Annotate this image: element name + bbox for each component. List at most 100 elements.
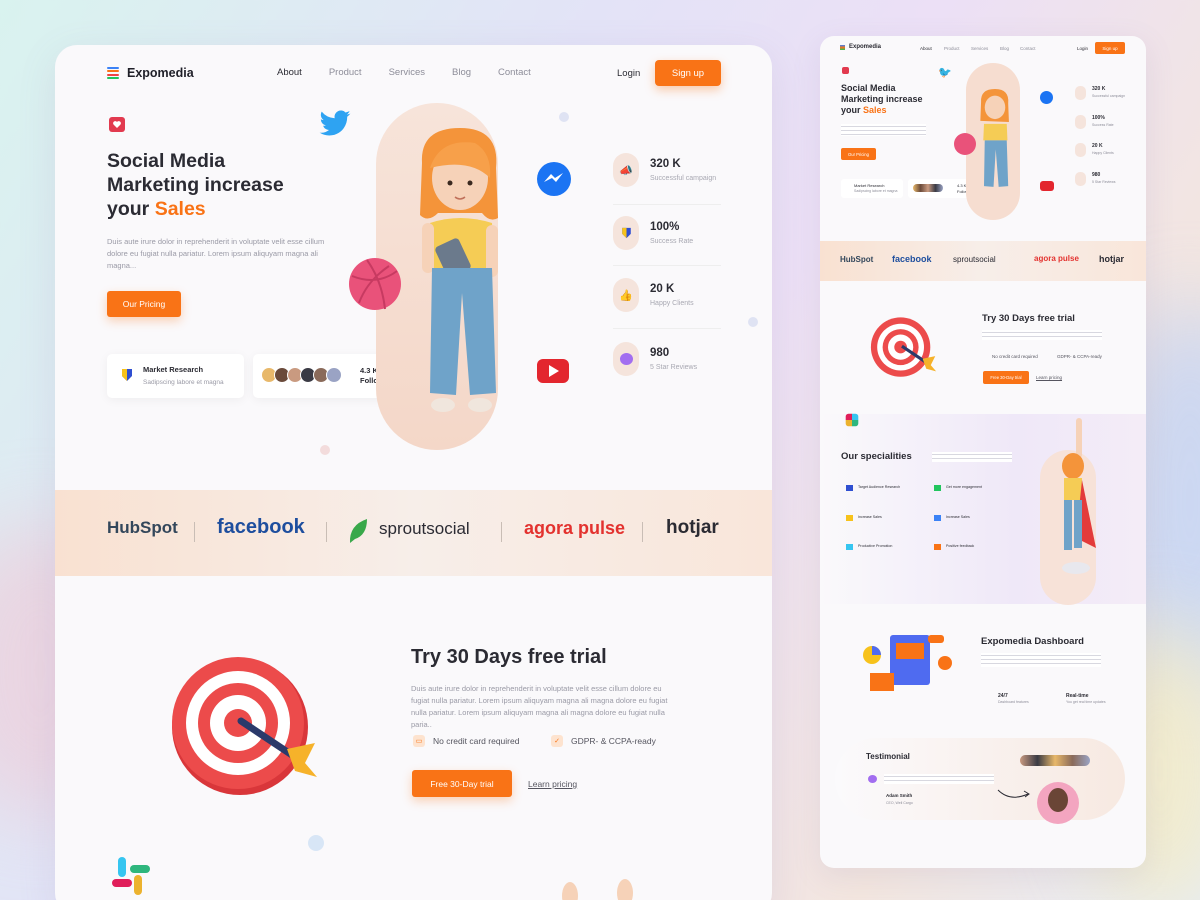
chat-icon bbox=[613, 342, 639, 376]
free-trial-button[interactable]: Free 30-Day trial bbox=[412, 770, 512, 797]
engagement-icon bbox=[934, 485, 941, 491]
our-pricing-button[interactable]: Our Pricing bbox=[107, 291, 181, 317]
mini-testimonial-name: Adam Smith bbox=[886, 793, 913, 798]
decor-dot bbox=[308, 835, 324, 851]
hero-title: Social Media Marketing increase your Sal… bbox=[107, 149, 347, 221]
feature-gdpr: ✓ GDPR- & CCPA-ready bbox=[551, 735, 656, 747]
login-link[interactable]: Login bbox=[617, 68, 640, 79]
divider bbox=[613, 204, 721, 205]
card-icon: ▭ bbox=[413, 735, 425, 747]
avatar-group bbox=[261, 367, 342, 383]
messenger-icon bbox=[1040, 91, 1053, 104]
arrow-icon bbox=[997, 789, 1030, 798]
mini-learn-pricing-link[interactable]: Learn pricing bbox=[1036, 375, 1062, 380]
partner-logos-band: HubSpot facebook sproutsocial agora puls… bbox=[55, 490, 772, 576]
mini-brand-name: Expomedia bbox=[849, 44, 882, 50]
sales-icon bbox=[934, 515, 941, 521]
girl-with-tablet-illustration bbox=[980, 89, 1009, 187]
mini-testimonial-role: CEO, Well Cargo bbox=[886, 801, 913, 805]
hero-description: Duis aute irure dolor in reprehenderit i… bbox=[107, 237, 325, 270]
mini-free-trial-button[interactable]: Free 30-Day trial bbox=[983, 371, 1029, 384]
feature-no-credit-card: ▭ No credit card required bbox=[413, 735, 519, 747]
learn-pricing-link[interactable]: Learn pricing bbox=[528, 779, 577, 789]
mini-dash-feature1: 24/7 bbox=[998, 693, 1008, 699]
top-nav: Expomedia About Product Services Blog Co… bbox=[55, 45, 772, 101]
mini-dash-feature2-sub: You get real time updates bbox=[1066, 700, 1106, 704]
stat-label: Happy Clients bbox=[650, 300, 694, 307]
trial-title: Try 30 Days free trial bbox=[411, 646, 607, 668]
mini-hero-line3: your bbox=[841, 105, 864, 115]
slack-icon bbox=[112, 857, 150, 895]
brand-logo[interactable]: Expomedia bbox=[107, 66, 194, 80]
landing-page: Expomedia About Product Services Blog Co… bbox=[55, 45, 772, 900]
mini-trial-feature2: GDPR- & CCPA-ready bbox=[1057, 354, 1102, 359]
mini-hero-description bbox=[841, 124, 926, 136]
logo-icon bbox=[840, 45, 845, 50]
nav-link-about[interactable]: About bbox=[277, 67, 302, 78]
hotjar-logo: hotjar bbox=[666, 517, 719, 538]
avatar bbox=[1048, 788, 1068, 812]
mini-nav-product[interactable]: Product bbox=[944, 46, 960, 51]
stat-value: 980 bbox=[650, 347, 670, 359]
nav-link-contact[interactable]: Contact bbox=[498, 67, 531, 78]
dartboard-target-illustration bbox=[870, 317, 937, 377]
mini-testimonial-avatar bbox=[1037, 782, 1079, 824]
mini-signup-button[interactable]: Sign up bbox=[1095, 42, 1125, 54]
mini-speciality: Target Audience Research bbox=[858, 485, 901, 489]
mini-login[interactable]: Login bbox=[1077, 46, 1088, 51]
signup-button[interactable]: Sign up bbox=[655, 60, 721, 86]
mini-testimonial-quote bbox=[884, 774, 994, 784]
stat-value: 20 K bbox=[650, 283, 675, 295]
decor-dot bbox=[559, 112, 569, 122]
divider bbox=[326, 522, 327, 542]
stat-value: 100% bbox=[650, 221, 680, 233]
mini-dashboard-description bbox=[981, 653, 1101, 667]
mini-research-card[interactable]: Market Research Sadipscing labore et mag… bbox=[841, 179, 903, 198]
sproutsocial-logo: sproutsocial bbox=[953, 255, 996, 264]
hero-title-line3: your bbox=[107, 198, 155, 220]
agorapulse-logo: agora pulse bbox=[524, 518, 626, 538]
mini-hero-title: Social Media Marketing increase your Sales bbox=[841, 83, 923, 116]
instagram-heart-icon bbox=[842, 67, 849, 74]
hero-title-line2: Marketing increase bbox=[107, 174, 284, 196]
mini-speciality: Increase Sales bbox=[946, 515, 970, 519]
mini-stat-value: 320 K bbox=[1092, 86, 1106, 92]
stat-label: Success Rate bbox=[650, 238, 694, 245]
mini-hero-line2: Marketing increase bbox=[841, 94, 923, 104]
mini-nav-about[interactable]: About bbox=[920, 46, 932, 51]
mini-followers-card[interactable]: 4.3 K Follow bbox=[908, 179, 975, 198]
shield-check-icon: ✓ bbox=[551, 735, 563, 747]
mini-stat-value: 100% bbox=[1092, 115, 1105, 121]
hubspot-logo: HubSpot bbox=[107, 518, 178, 537]
mini-dash-feature2: Real-time bbox=[1066, 693, 1089, 699]
divider bbox=[194, 522, 195, 542]
feedback-icon bbox=[934, 544, 941, 550]
twitter-icon bbox=[319, 110, 351, 136]
nav-link-product[interactable]: Product bbox=[329, 67, 362, 78]
youtube-icon bbox=[537, 359, 569, 383]
market-research-card[interactable]: Market Research Sadipscing labore et mag… bbox=[107, 354, 244, 398]
mini-specialities-title: Our specialities bbox=[841, 451, 912, 462]
mini-our-pricing-button[interactable]: Our Pricing bbox=[841, 148, 876, 160]
avatar bbox=[326, 367, 342, 383]
mini-nav-contact[interactable]: Contact bbox=[1020, 46, 1036, 51]
divider bbox=[613, 328, 721, 329]
market-research-icon bbox=[122, 369, 132, 381]
instagram-heart-icon bbox=[109, 117, 125, 132]
mini-stat-label: Success Rate bbox=[1092, 123, 1114, 127]
thumbs-up-icon bbox=[1075, 143, 1086, 157]
mini-nav-services[interactable]: Services bbox=[971, 46, 988, 51]
shield-icon bbox=[1075, 115, 1086, 129]
dribbble-ball-icon bbox=[954, 133, 976, 155]
mini-speciality: Productive Promotion bbox=[858, 544, 893, 548]
mini-speciality: Get more engagement bbox=[946, 485, 982, 489]
nav-link-blog[interactable]: Blog bbox=[452, 67, 471, 78]
stat-label: 5 Star Reviews bbox=[650, 364, 698, 371]
dashboard-illustration bbox=[863, 635, 952, 691]
nav-link-services[interactable]: Services bbox=[389, 67, 425, 78]
decor-dot bbox=[320, 445, 330, 455]
mini-nav-blog[interactable]: Blog bbox=[1000, 46, 1009, 51]
megaphone-icon bbox=[1075, 86, 1086, 100]
mini-partner-logos-band: HubSpot facebook sproutsocial agora puls… bbox=[820, 241, 1146, 281]
mini-research-title: Market Research bbox=[854, 183, 885, 188]
